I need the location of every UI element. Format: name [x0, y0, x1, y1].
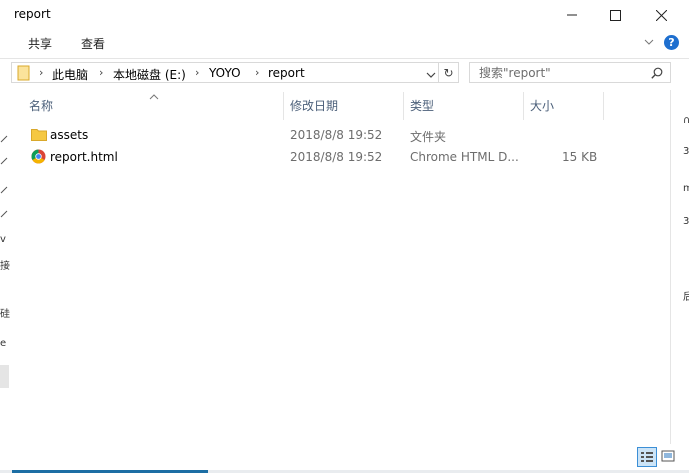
- breadcrumb-separator: ›: [195, 66, 200, 79]
- background-text-fragment: m: [683, 183, 689, 194]
- maximize-button[interactable]: [592, 0, 638, 30]
- chrome-icon: [31, 149, 46, 164]
- breadcrumb-yoyo[interactable]: YOYO: [209, 66, 241, 80]
- sort-indicator: [149, 89, 159, 103]
- details-view-icon: [641, 452, 653, 462]
- breadcrumb-this-pc[interactable]: 此电脑: [52, 66, 88, 83]
- pin-icon: [0, 186, 8, 194]
- pin-icon: [0, 157, 8, 165]
- window-title: report: [14, 7, 51, 21]
- folder-icon: [17, 65, 30, 81]
- help-icon[interactable]: ?: [664, 35, 679, 50]
- nav-item-fragment[interactable]: v: [0, 234, 6, 245]
- search-box[interactable]: [469, 62, 671, 83]
- nav-selected-item[interactable]: [0, 365, 9, 388]
- background-text-fragment: 3: [683, 216, 689, 227]
- column-divider[interactable]: [603, 92, 604, 120]
- file-row[interactable]: assets 2018/8/8 19:52 文件夹: [24, 124, 604, 146]
- file-type: Chrome HTML D...: [410, 150, 519, 164]
- file-size: 15 KB: [562, 150, 598, 164]
- breadcrumb-local-disk[interactable]: 本地磁盘 (E:): [113, 66, 186, 83]
- breadcrumb-report[interactable]: report: [268, 66, 305, 80]
- column-header-size[interactable]: 大小: [530, 97, 554, 114]
- search-icon: [651, 67, 663, 79]
- breadcrumb-separator: ›: [39, 66, 44, 79]
- nav-item-fragment[interactable]: e: [0, 338, 6, 349]
- maximize-icon: [609, 9, 621, 21]
- ribbon-expand-button[interactable]: [644, 36, 654, 50]
- address-history-button[interactable]: [426, 69, 436, 83]
- minimize-button[interactable]: [549, 0, 595, 30]
- column-header-name[interactable]: 名称: [29, 97, 53, 114]
- chevron-down-icon: [426, 72, 436, 78]
- column-header-type[interactable]: 类型: [410, 97, 434, 114]
- ribbon-divider: [0, 58, 689, 59]
- file-date: 2018/8/8 19:52: [290, 128, 383, 142]
- file-name[interactable]: assets: [50, 128, 88, 142]
- nav-item-fragment[interactable]: 接: [0, 257, 10, 272]
- search-input[interactable]: [470, 63, 649, 82]
- minimize-icon: [567, 14, 577, 16]
- background-text-fragment: 后: [683, 292, 689, 303]
- status-bar: [0, 444, 689, 473]
- file-row[interactable]: report.html 2018/8/8 19:52 Chrome HTML D…: [24, 146, 604, 168]
- pin-icon: [0, 210, 8, 218]
- details-view-button[interactable]: [637, 447, 657, 467]
- nav-item-fragment[interactable]: 硅: [0, 305, 10, 320]
- breadcrumb-separator: ›: [99, 66, 104, 79]
- column-divider[interactable]: [523, 92, 524, 120]
- tab-view[interactable]: 查看: [81, 35, 105, 52]
- close-icon: [655, 9, 667, 21]
- folder-icon: [31, 129, 47, 141]
- pin-icon: [0, 135, 8, 143]
- refresh-icon: ↻: [443, 65, 454, 80]
- chevron-down-icon: [644, 39, 654, 45]
- background-text-fragment: ∩: [683, 115, 689, 126]
- column-divider[interactable]: [403, 92, 404, 120]
- close-button[interactable]: [638, 0, 684, 30]
- chevron-up-icon: [149, 94, 159, 100]
- title-bar: report: [0, 0, 689, 30]
- navigation-pane[interactable]: v 接 硅 e: [0, 90, 10, 468]
- file-name[interactable]: report.html: [50, 150, 118, 164]
- address-bar[interactable]: › 此电脑 › 本地磁盘 (E:) › YOYO › report: [11, 62, 439, 83]
- large-icons-view-button[interactable]: [659, 447, 679, 467]
- column-header-date[interactable]: 修改日期: [290, 97, 338, 114]
- refresh-button[interactable]: ↻: [439, 62, 459, 83]
- column-divider[interactable]: [283, 92, 284, 120]
- large-icons-view-icon: [661, 450, 675, 462]
- breadcrumb-separator: ›: [255, 66, 260, 79]
- tab-share[interactable]: 共享: [28, 35, 52, 52]
- background-text-fragment: 3: [683, 146, 689, 157]
- file-type: 文件夹: [410, 130, 447, 144]
- file-date: 2018/8/8 19:52: [290, 150, 383, 164]
